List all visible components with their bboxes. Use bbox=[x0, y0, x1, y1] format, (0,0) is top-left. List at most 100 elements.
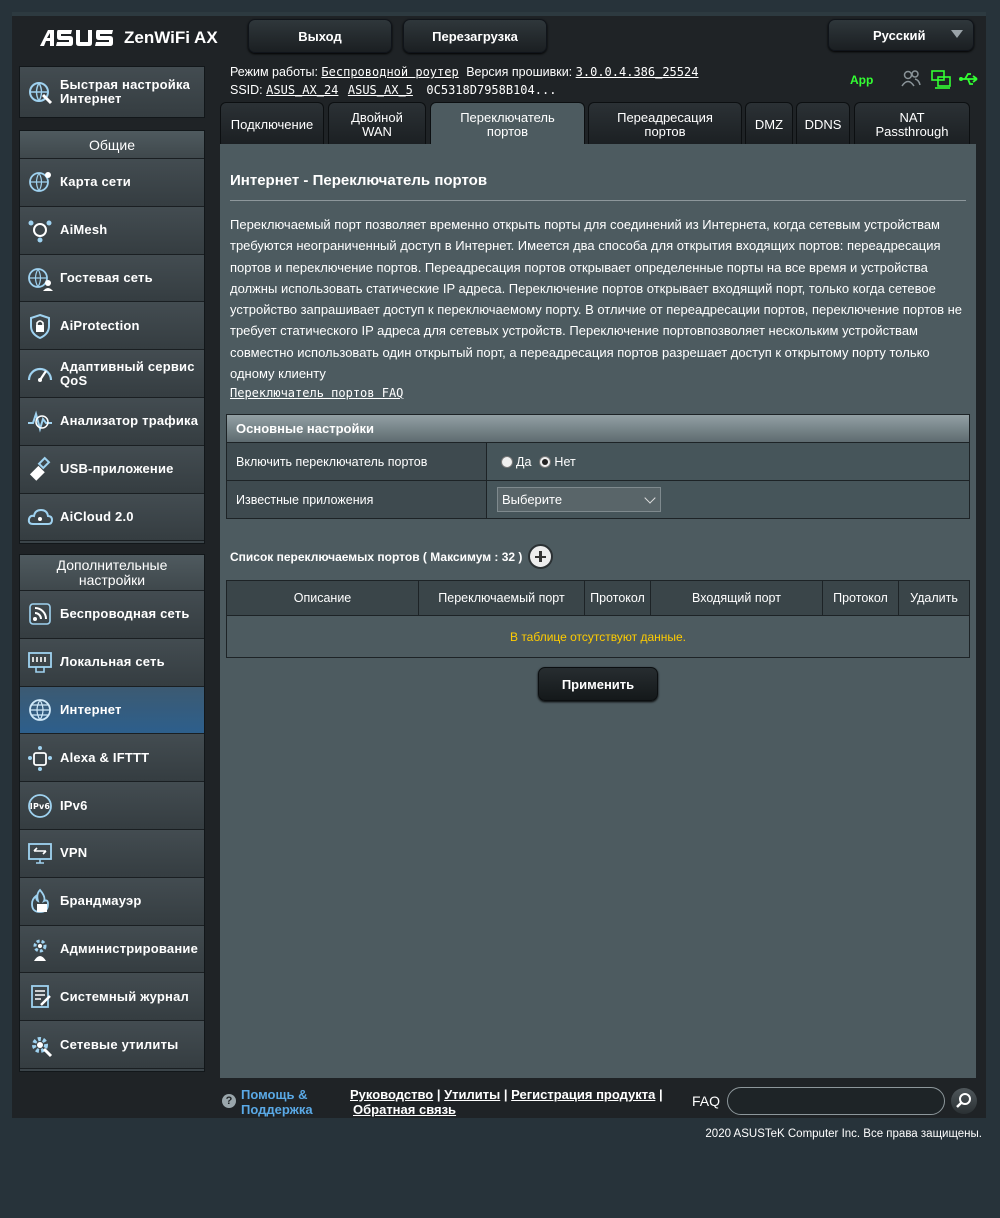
tab-dmz[interactable]: DMZ bbox=[745, 102, 793, 146]
language-select[interactable]: Русский bbox=[828, 19, 974, 51]
sidebar-item-label: Быстрая настройка Интернет bbox=[60, 77, 191, 106]
app-link[interactable]: App bbox=[850, 73, 873, 87]
mode-link[interactable]: Беспроводной роутер bbox=[321, 65, 458, 79]
known-apps-label: Известные приложения bbox=[227, 481, 487, 518]
tab-connection[interactable]: Подключение bbox=[220, 102, 324, 146]
radio-yes[interactable]: Да bbox=[501, 455, 531, 469]
mode-label: Режим работы: bbox=[230, 65, 318, 79]
sidebar-item-guest-network[interactable]: Гостевая сеть bbox=[20, 254, 204, 303]
lan-icon bbox=[20, 648, 60, 676]
sidebar-item-label: Анализатор трафика bbox=[60, 413, 199, 429]
language-value: Русский bbox=[873, 27, 926, 43]
sidebar-item-internet-globe[interactable]: Интернет bbox=[20, 686, 204, 735]
sidebar-item-label: Alexa & IFTTT bbox=[60, 749, 150, 765]
sidebar-item-wireless[interactable]: Беспроводная сеть bbox=[20, 591, 204, 639]
utilities-link[interactable]: Утилиты bbox=[444, 1087, 500, 1102]
trigger-list-header: Описание Переключаемый порт Протокол Вхо… bbox=[227, 581, 969, 615]
sidebar-item-label: Гостевая сеть bbox=[60, 269, 153, 285]
tab-dual-wan[interactable]: Двойной WAN bbox=[328, 102, 426, 146]
apply-button[interactable]: Применить bbox=[538, 667, 658, 701]
content-panel: Интернет - Переключатель портов Переключ… bbox=[220, 144, 976, 1078]
footer-links: Руководство | Утилиты | Регистрация прод… bbox=[350, 1087, 663, 1117]
radio-no[interactable]: Нет bbox=[539, 455, 576, 469]
network-monitor-icon[interactable] bbox=[930, 68, 952, 90]
chevron-down-icon bbox=[951, 30, 963, 38]
register-product-link[interactable]: Регистрация продукта bbox=[511, 1087, 655, 1102]
ipv6-icon: IPv6 bbox=[20, 792, 60, 820]
empty-table-message: В таблице отсутствуют данные. bbox=[227, 615, 969, 657]
sidebar-item-qos-gauge[interactable]: Адаптивный сервис QoS bbox=[20, 350, 204, 398]
column-header: Удалить bbox=[910, 591, 958, 605]
asus-logo bbox=[38, 28, 114, 53]
shield-lock-icon bbox=[20, 312, 60, 340]
sidebar-item-label: Карта сети bbox=[60, 174, 131, 190]
radio-no-control[interactable] bbox=[539, 455, 552, 468]
sidebar-advanced: Дополнительные настройки Беспроводная се… bbox=[19, 554, 205, 1072]
router-admin-frame: ZenWiFi AX Выход Перезагрузка Русский Бы… bbox=[12, 12, 986, 1118]
known-apps-cell: Выберите bbox=[487, 481, 969, 518]
sidebar-item-label: Сетевые утилиты bbox=[60, 1036, 179, 1052]
help-line2: Поддержка bbox=[241, 1102, 313, 1117]
alexa-icon bbox=[20, 744, 60, 772]
sidebar-item-alexa[interactable]: Alexa & IFTTT bbox=[20, 734, 204, 783]
clients-icon[interactable] bbox=[900, 68, 922, 90]
sidebar-item-system-log[interactable]: Системный журнал bbox=[20, 973, 204, 1022]
help-support-link[interactable]: Помощь & Поддержка bbox=[241, 1087, 313, 1117]
usb-icon bbox=[20, 455, 60, 483]
faq-search-button[interactable] bbox=[951, 1088, 977, 1114]
top-bar: ZenWiFi AX Выход Перезагрузка Русский bbox=[12, 16, 986, 64]
firmware-link[interactable]: 3.0.0.4.386_25524 bbox=[576, 65, 699, 79]
sidebar-item-quick-setup[interactable]: Быстрая настройка Интернет bbox=[20, 67, 204, 117]
tab-nat-passthrough[interactable]: NAT Passthrough bbox=[854, 102, 970, 146]
sidebar-item-traffic-analyzer[interactable]: Анализатор трафика bbox=[20, 397, 204, 446]
ssid-24-link[interactable]: ASUS_AX_24 bbox=[266, 83, 338, 97]
wireless-icon bbox=[20, 600, 60, 628]
admin-gear-icon bbox=[20, 935, 60, 963]
feedback-link[interactable]: Обратная связь bbox=[353, 1102, 456, 1117]
add-rule-plus-icon[interactable] bbox=[528, 544, 553, 569]
sidebar-item-label: IPv6 bbox=[60, 797, 88, 813]
sidebar-item-vpn[interactable]: VPN bbox=[20, 829, 204, 878]
tab-port-trigger[interactable]: Переключатель портов bbox=[430, 102, 585, 146]
sidebar-item-globe-map[interactable]: Карта сети bbox=[20, 159, 204, 207]
sidebar-item-label: Локальная сеть bbox=[60, 654, 165, 670]
sidebar-item-cloud[interactable]: AiCloud 2.0 bbox=[20, 493, 204, 542]
sidebar-item-firewall[interactable]: Брандмауэр bbox=[20, 877, 204, 926]
sidebar-general-title: Общие bbox=[20, 131, 204, 159]
sidebar-item-aimesh[interactable]: AiMesh bbox=[20, 206, 204, 255]
title-divider bbox=[230, 200, 966, 201]
traffic-analyzer-icon bbox=[20, 407, 60, 435]
port-trigger-faq-link[interactable]: Переключатель портов FAQ bbox=[230, 386, 403, 400]
manual-link[interactable]: Руководство bbox=[350, 1087, 433, 1102]
usb-status-icon[interactable] bbox=[958, 68, 980, 90]
help-line1: Помощь & bbox=[241, 1087, 308, 1102]
tab-ddns[interactable]: DDNS bbox=[796, 102, 850, 146]
sidebar-item-label: USB-приложение bbox=[60, 461, 174, 477]
sidebar-item-label: Беспроводная сеть bbox=[60, 606, 190, 622]
tab-port-forwarding[interactable]: Переадресация портов bbox=[588, 102, 742, 146]
sidebar-item-network-tools[interactable]: Сетевые утилиты bbox=[20, 1021, 204, 1069]
sidebar-item-lan[interactable]: Локальная сеть bbox=[20, 638, 204, 687]
cloud-icon bbox=[20, 503, 60, 531]
quick-setup-box: Быстрая настройка Интернет bbox=[19, 66, 205, 118]
page-title: Интернет - Переключатель портов bbox=[230, 172, 488, 189]
copyright-text: 2020 ASUSTeK Computer Inc. Все права защ… bbox=[705, 1128, 982, 1140]
footer: ? Помощь & Поддержка Руководство | Утили… bbox=[220, 1078, 986, 1122]
reboot-button[interactable]: Перезагрузка bbox=[403, 19, 547, 53]
faq-search-input[interactable] bbox=[727, 1087, 945, 1115]
known-apps-select[interactable]: Выберите bbox=[497, 487, 661, 512]
faq-label: FAQ bbox=[692, 1093, 721, 1109]
asus-logo-mark bbox=[40, 30, 113, 46]
svg-text:IPv6: IPv6 bbox=[30, 802, 51, 811]
sidebar-item-ipv6[interactable]: IPv6 IPv6 bbox=[20, 782, 204, 830]
sidebar-item-shield-lock[interactable]: AiProtection bbox=[20, 302, 204, 351]
radio-yes-control[interactable] bbox=[501, 455, 513, 468]
status-strip: Режим работы: Беспроводной роутер Версия… bbox=[230, 62, 986, 102]
logout-button[interactable]: Выход bbox=[248, 19, 392, 53]
description-text: Переключаемый порт позволяет временно от… bbox=[230, 217, 963, 382]
search-icon bbox=[956, 1093, 971, 1108]
sidebar-item-admin-gear[interactable]: Администрирование bbox=[20, 925, 204, 974]
ssid-5-link[interactable]: ASUS_AX_5 bbox=[348, 83, 413, 97]
basic-settings-table: Основные настройки Включить переключател… bbox=[226, 414, 970, 519]
sidebar-item-usb[interactable]: USB-приложение bbox=[20, 445, 204, 494]
